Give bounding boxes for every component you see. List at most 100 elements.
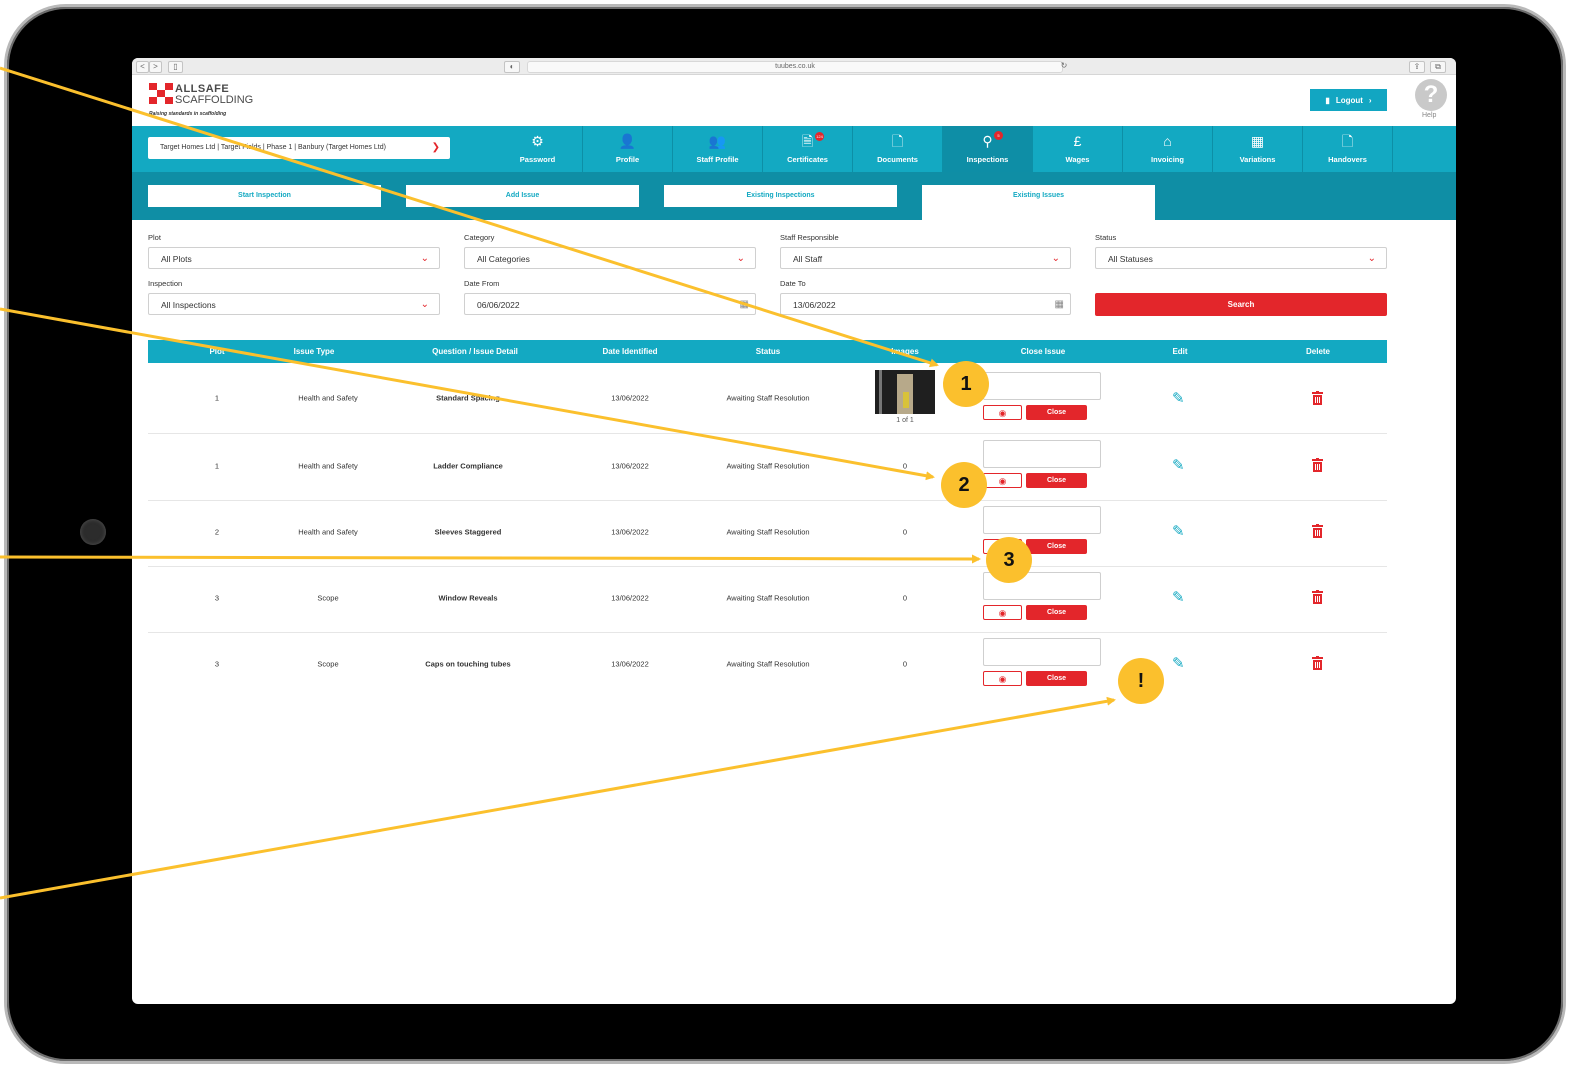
cell-detail: Caps on touching tubes xyxy=(425,659,511,669)
tab-add-issue[interactable]: Add Issue xyxy=(406,185,639,207)
pencil-icon[interactable]: ✎ xyxy=(1172,522,1185,540)
nav-item-profile[interactable]: 👤 Profile xyxy=(583,126,673,172)
logout-label: Logout xyxy=(1335,95,1363,105)
close-issue-note-input[interactable] xyxy=(983,440,1101,468)
cell-detail: Ladder Compliance xyxy=(433,461,503,471)
trash-icon[interactable] xyxy=(1312,458,1323,472)
notification-badge: 5 xyxy=(994,131,1003,140)
staff-select[interactable]: All Staff ⌄ xyxy=(780,247,1071,269)
reload-icon[interactable]: ↻ xyxy=(1058,61,1070,71)
tablet-screen: < > ▯ ◐ tuubes.co.uk ↻ ⇪ ⧉ ALLSAFE SCAFF… xyxy=(132,58,1456,1004)
chevron-down-icon: ⌄ xyxy=(1367,253,1376,264)
table-row: 2 Health and Safety Sleeves Staggered 13… xyxy=(148,500,1387,567)
trash-icon[interactable] xyxy=(1312,524,1323,538)
tab-existing-inspections[interactable]: Existing Inspections xyxy=(664,185,897,207)
close-issue-button[interactable]: Close xyxy=(1026,671,1087,686)
browser-toolbar: < > ▯ ◐ tuubes.co.uk ↻ ⇪ ⧉ xyxy=(132,58,1456,75)
nav-item-invoicing[interactable]: ⌂ Invoicing xyxy=(1123,126,1213,172)
certificate-icon: 🗎 xyxy=(801,133,814,149)
nav-item-documents[interactable]: 🗋 Documents xyxy=(853,126,943,172)
close-issue-button[interactable]: Close xyxy=(1026,539,1087,554)
close-issue-note-input[interactable] xyxy=(983,372,1101,400)
nav-item-handovers[interactable]: 🗋 Handovers xyxy=(1303,126,1393,172)
cell-images: 0 xyxy=(902,593,908,603)
cell-date: 13/06/2022 xyxy=(611,393,649,403)
table-row: 1 Health and Safety Standard Spacing 13/… xyxy=(148,363,1387,434)
logo-subtitle: SCAFFOLDING xyxy=(175,94,254,106)
pencil-icon[interactable]: ✎ xyxy=(1172,588,1185,606)
cell-detail: Window Reveals xyxy=(438,593,498,603)
close-issue-note-input[interactable] xyxy=(983,506,1101,534)
nav-item-password[interactable]: ⚙ Password xyxy=(493,126,583,172)
calendar-icon[interactable]: ▦ xyxy=(740,294,749,316)
nav-item-label: Staff Profile xyxy=(696,155,739,164)
nav-item-label: Wages xyxy=(1065,155,1090,164)
cell-issue-type: Scope xyxy=(317,593,339,603)
nav-item-inspections[interactable]: ⚲ 5 Inspections xyxy=(943,126,1033,172)
sidebar-icon[interactable]: ▯ xyxy=(168,61,183,73)
cell-status: Awaiting Staff Resolution xyxy=(726,593,810,603)
url-text: tuubes.co.uk xyxy=(775,63,815,70)
calendar-icon[interactable]: ▦ xyxy=(1055,294,1064,316)
nav-item-variations[interactable]: ▦ Variations xyxy=(1213,126,1303,172)
shield-icon[interactable]: ◐ xyxy=(504,61,520,73)
help-icon[interactable]: ? xyxy=(1415,79,1447,111)
trash-icon[interactable] xyxy=(1312,656,1323,670)
camera-icon[interactable]: ◉ xyxy=(983,473,1022,488)
gear-icon: ⚙ xyxy=(531,133,544,149)
nav-item-wages[interactable]: £ Wages xyxy=(1033,126,1123,172)
tab-existing-issues[interactable]: Existing Issues xyxy=(922,185,1155,220)
nav-item-label: Certificates xyxy=(787,155,828,164)
cell-issue-type: Scope xyxy=(317,659,339,669)
share-icon[interactable]: ⇪ xyxy=(1409,61,1425,73)
logout-button[interactable]: ▮ Logout › xyxy=(1310,89,1387,111)
plot-select[interactable]: All Plots ⌄ xyxy=(148,247,440,269)
forward-icon[interactable]: > xyxy=(149,61,162,73)
date-from-label: Date From xyxy=(464,279,500,288)
status-select[interactable]: All Statuses ⌄ xyxy=(1095,247,1387,269)
nav-item-label: Password xyxy=(519,155,556,164)
issue-photo-thumbnail[interactable] xyxy=(875,370,935,414)
date-to-input[interactable]: 13/06/2022 ▦ xyxy=(780,293,1071,315)
pencil-icon[interactable]: ✎ xyxy=(1172,456,1185,474)
inspection-select[interactable]: All Inspections ⌄ xyxy=(148,293,440,315)
plot-label: Plot xyxy=(148,233,161,242)
back-icon[interactable]: < xyxy=(136,61,149,73)
tabs-icon[interactable]: ⧉ xyxy=(1430,61,1446,73)
cell-status: Awaiting Staff Resolution xyxy=(726,659,810,669)
cell-date: 13/06/2022 xyxy=(611,527,649,537)
status-label: Status xyxy=(1095,233,1117,242)
close-issue-note-input[interactable] xyxy=(983,638,1101,666)
close-issue-button[interactable]: Close xyxy=(1026,405,1087,420)
tab-start-inspection[interactable]: Start Inspection xyxy=(148,185,381,207)
date-from-input[interactable]: 06/06/2022 ▦ xyxy=(464,293,756,315)
camera-icon[interactable]: ◉ xyxy=(983,405,1022,420)
column-header-edit: Edit xyxy=(1172,347,1188,356)
close-issue-button[interactable]: Close xyxy=(1026,605,1087,620)
pencil-icon[interactable]: ✎ xyxy=(1172,654,1185,672)
cell-detail: Standard Spacing xyxy=(436,393,500,403)
nav-item-staff-profile[interactable]: 👥 Staff Profile xyxy=(673,126,763,172)
pencil-icon[interactable]: ✎ xyxy=(1172,389,1185,407)
people-icon: 👥 xyxy=(708,133,727,149)
main-nav: Target Homes Ltd | Target Fields | Phase… xyxy=(132,126,1456,172)
url-field[interactable]: tuubes.co.uk xyxy=(527,61,1063,73)
chevron-down-icon: ❯ xyxy=(431,142,440,153)
table-row: 3 Scope Caps on touching tubes 13/06/202… xyxy=(148,632,1387,698)
camera-icon[interactable]: ◉ xyxy=(983,605,1022,620)
nav-item-certificates[interactable]: 🗎 124 Certificates xyxy=(763,126,853,172)
site-selector[interactable]: Target Homes Ltd | Target Fields | Phase… xyxy=(148,137,450,159)
trash-icon[interactable] xyxy=(1312,590,1323,604)
cell-images: 0 xyxy=(902,527,908,537)
category-select[interactable]: All Categories ⌄ xyxy=(464,247,756,269)
callout-badge-warning: ! xyxy=(1118,658,1164,704)
cell-plot: 3 xyxy=(214,593,220,603)
cell-images: 0 xyxy=(902,659,908,669)
search-button[interactable]: Search xyxy=(1095,293,1387,316)
close-issue-button[interactable]: Close xyxy=(1026,473,1087,488)
trash-icon[interactable] xyxy=(1312,391,1323,405)
camera-icon[interactable]: ◉ xyxy=(983,671,1022,686)
callout-badge-1: 1 xyxy=(943,361,989,407)
cell-date: 13/06/2022 xyxy=(611,461,649,471)
cell-issue-type: Health and Safety xyxy=(298,527,358,537)
